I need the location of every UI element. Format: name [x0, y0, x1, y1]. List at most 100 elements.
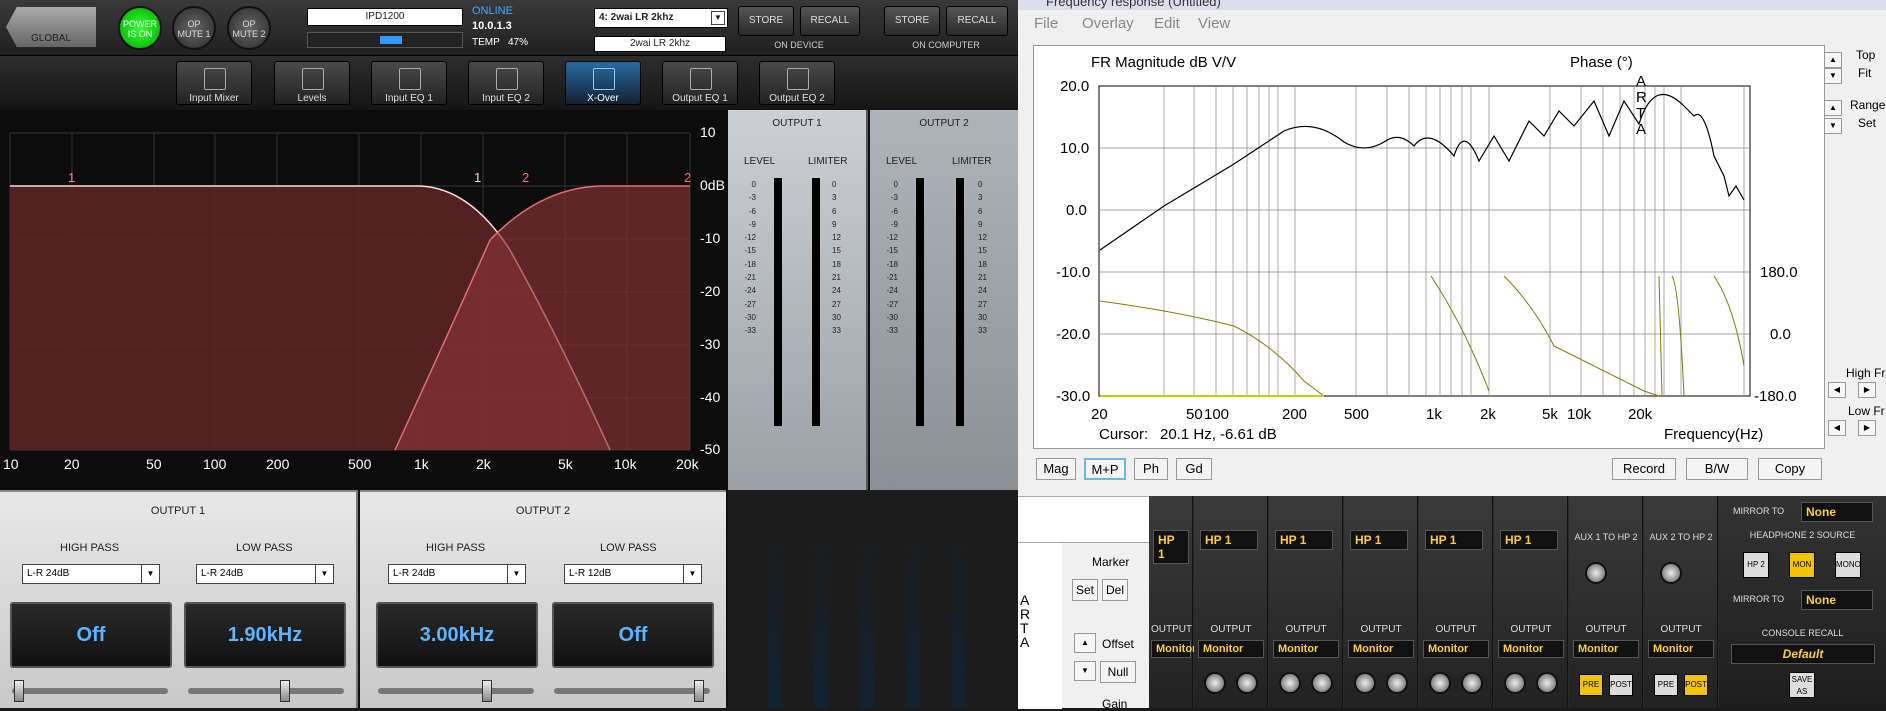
- menu-file[interactable]: File: [1034, 15, 1058, 32]
- monitor-select[interactable]: Monitor: [1648, 640, 1714, 658]
- tool-input-eq-1[interactable]: Input EQ 1: [371, 61, 447, 105]
- level-knob[interactable]: [1386, 672, 1408, 694]
- low-fr-left-button[interactable]: ◀: [1828, 420, 1846, 436]
- pre-button[interactable]: PRE: [1654, 674, 1678, 696]
- marker-del-button[interactable]: Del: [1102, 579, 1128, 601]
- low-pass-frequency[interactable]: 1.90kHz: [184, 602, 346, 668]
- pan-knob[interactable]: [1279, 672, 1301, 694]
- monitor-select[interactable]: Monitor: [1198, 640, 1264, 658]
- bw-button[interactable]: B/W: [1686, 458, 1748, 480]
- aux1-knob[interactable]: [1585, 562, 1607, 584]
- op-mute-1-button[interactable]: OP MUTE 1: [172, 6, 216, 50]
- pre-button[interactable]: PRE: [1579, 674, 1603, 696]
- gd-button[interactable]: Gd: [1176, 458, 1212, 480]
- high-fr-left-button[interactable]: ◀: [1828, 382, 1846, 398]
- strip-select[interactable]: HP 1: [1350, 530, 1408, 550]
- record-button[interactable]: Record: [1612, 458, 1676, 480]
- strip-select[interactable]: HP 1: [1153, 530, 1189, 564]
- low-pass-type-select[interactable]: L-R 24dB ▼: [196, 564, 334, 584]
- tool-input-mixer[interactable]: Input Mixer: [176, 61, 252, 105]
- preset-select[interactable]: 4: 2wai LR 2khz ▼: [594, 8, 728, 28]
- global-button[interactable]: GLOBAL: [6, 7, 96, 47]
- menu-overlay[interactable]: Overlay: [1082, 15, 1134, 32]
- strip-select[interactable]: HP 1: [1500, 530, 1558, 550]
- save-as-button[interactable]: SAVE AS: [1789, 672, 1815, 698]
- range-down-button[interactable]: ▼: [1824, 118, 1842, 134]
- low-pass-type-select[interactable]: L-R 12dB ▼: [564, 564, 702, 584]
- offset-down-button[interactable]: ▼: [1074, 661, 1096, 681]
- high-pass-slider[interactable]: [12, 680, 168, 702]
- low-pass-frequency[interactable]: Off: [552, 602, 714, 668]
- mon-button[interactable]: MON: [1789, 552, 1815, 578]
- monitor-select[interactable]: Monitor: [1573, 640, 1639, 658]
- console-recall-select[interactable]: Default: [1731, 644, 1875, 664]
- post-button[interactable]: POST: [1609, 674, 1633, 696]
- strip-select[interactable]: HP 1: [1200, 530, 1258, 550]
- monitor-select[interactable]: Monitor: [1423, 640, 1489, 658]
- recall-computer-button[interactable]: RECALL: [946, 6, 1008, 36]
- power-button[interactable]: POWER IS ON: [118, 6, 162, 50]
- high-pass-frequency[interactable]: 3.00kHz: [376, 602, 538, 668]
- strip-select[interactable]: HP 1: [1425, 530, 1483, 550]
- slider-thumb[interactable]: [694, 680, 704, 702]
- range-up-button[interactable]: ▲: [1824, 100, 1842, 116]
- mirror-to-select-2[interactable]: None: [1801, 590, 1873, 610]
- mp-button[interactable]: M+P: [1084, 458, 1126, 480]
- level-knob[interactable]: [1311, 672, 1333, 694]
- low-fr-right-button[interactable]: ▶: [1858, 420, 1876, 436]
- crossover-plot-svg[interactable]: [0, 110, 728, 490]
- pan-knob[interactable]: [1204, 672, 1226, 694]
- monitor-select[interactable]: Monitor: [1151, 640, 1196, 658]
- pan-knob[interactable]: [1354, 672, 1376, 694]
- high-fr-right-button[interactable]: ▶: [1858, 382, 1876, 398]
- frequency-response-plot[interactable]: FR Magnitude dB V/V Phase (°) ARTA 20.0 …: [1033, 45, 1825, 449]
- recall-device-button[interactable]: RECALL: [800, 6, 860, 36]
- null-button[interactable]: Null: [1100, 661, 1136, 683]
- menu-edit[interactable]: Edit: [1154, 15, 1180, 32]
- preset-name[interactable]: 2wai LR 2khz: [594, 36, 726, 52]
- marker-set-button[interactable]: Set: [1072, 579, 1098, 601]
- monitor-select[interactable]: Monitor: [1273, 640, 1339, 658]
- top-down-button[interactable]: ▼: [1824, 68, 1842, 84]
- level-knob[interactable]: [1236, 672, 1258, 694]
- menu-view[interactable]: View: [1198, 15, 1230, 32]
- hp2-button[interactable]: HP 2: [1743, 552, 1769, 578]
- offset-up-button[interactable]: ▲: [1074, 633, 1096, 653]
- high-pass-type-select[interactable]: L-R 24dB ▼: [388, 564, 526, 584]
- copy-button[interactable]: Copy: [1758, 458, 1822, 480]
- tool-input-eq-2[interactable]: Input EQ 2: [468, 61, 544, 105]
- aux2-knob[interactable]: [1660, 562, 1682, 584]
- pan-knob[interactable]: [1429, 672, 1451, 694]
- slider-thumb[interactable]: [482, 680, 492, 702]
- high-pass-type-select[interactable]: L-R 24dB ▼: [22, 564, 160, 584]
- store-computer-button[interactable]: STORE: [884, 6, 940, 36]
- marker-1b[interactable]: 1: [474, 170, 481, 185]
- fr-plot-svg[interactable]: [1034, 46, 1826, 450]
- pan-knob[interactable]: [1504, 672, 1526, 694]
- monitor-select[interactable]: Monitor: [1348, 640, 1414, 658]
- ph-button[interactable]: Ph: [1134, 458, 1168, 480]
- op-mute-2-button[interactable]: OP MUTE 2: [227, 6, 271, 50]
- low-pass-slider[interactable]: [188, 680, 344, 702]
- tool-output-eq-1[interactable]: Output EQ 1: [662, 61, 738, 105]
- high-pass-slider[interactable]: [378, 680, 534, 702]
- low-pass-slider[interactable]: [554, 680, 710, 702]
- level-knob[interactable]: [1461, 672, 1483, 694]
- mirror-to-select[interactable]: None: [1801, 502, 1873, 522]
- strip-select[interactable]: HP 1: [1275, 530, 1333, 550]
- level-knob[interactable]: [1536, 672, 1558, 694]
- mag-button[interactable]: Mag: [1036, 458, 1076, 480]
- marker-2b[interactable]: 2: [684, 170, 691, 185]
- tool-x-over[interactable]: X-Over: [565, 61, 641, 105]
- slider-thumb[interactable]: [280, 680, 290, 702]
- post-button[interactable]: POST: [1684, 674, 1708, 696]
- high-pass-frequency[interactable]: Off: [10, 602, 172, 668]
- marker-2[interactable]: 2: [522, 170, 529, 185]
- crossover-graph[interactable]: 1 1 2 2 10 0dB -10 -20 -30 -40 -50 10 20…: [0, 110, 728, 490]
- store-device-button[interactable]: STORE: [738, 6, 794, 36]
- slider-thumb[interactable]: [14, 680, 24, 702]
- monitor-select[interactable]: Monitor: [1498, 640, 1564, 658]
- tool-output-eq-2[interactable]: Output EQ 2: [759, 61, 835, 105]
- mono-button[interactable]: MONO: [1835, 552, 1861, 578]
- tool-levels[interactable]: Levels: [274, 61, 350, 105]
